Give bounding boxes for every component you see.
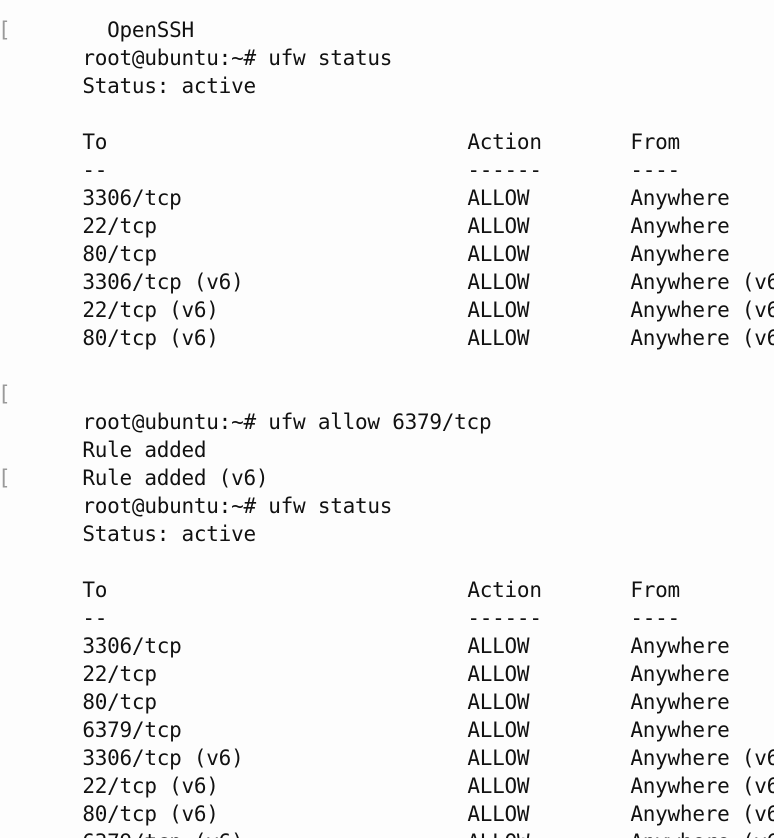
table-row: 22/tcp (v6)ALLOWAnywhere (v6) (0, 744, 774, 798)
table-row: 3306/tcp ALLOW Anywhere (0, 604, 774, 658)
table-header-1: To Action From (0, 100, 774, 154)
table-row: 22/tcp ALLOW Anywhere (0, 632, 774, 686)
status-line-1: Status: active (0, 44, 774, 98)
table-header-rule-2: -- ------ ---- (0, 576, 774, 630)
table-row: 80/tcp (v6)ALLOWAnywhere (v6) (0, 296, 774, 350)
table-row: 80/tcp ALLOW Anywhere (0, 660, 774, 714)
table-row: 80/tcp (v6)ALLOWAnywhere (v6) (0, 772, 774, 826)
terminal-screen: OpenSSH root@ubuntu:~# ufw status Status… (0, 0, 774, 838)
table-row: 6379/tcp (v6)ALLOWAnywhere (v6) (0, 800, 774, 838)
table-row: 22/tcp ALLOW Anywhere (0, 184, 774, 238)
table-header-2: To Action From (0, 548, 774, 602)
output-line-rule-added: Rule added (0, 408, 774, 462)
table-row: 3306/tcp ALLOW Anywhere (0, 156, 774, 210)
table-row: 80/tcp ALLOW Anywhere (0, 212, 774, 266)
table-row: 6379/tcp ALLOW Anywhere (0, 688, 774, 742)
table-row: 22/tcp (v6)ALLOWAnywhere (v6) (0, 268, 774, 322)
table-row: 3306/tcp (v6)ALLOWAnywhere (v6) (0, 716, 774, 770)
output-line-rule-added-v6: Rule added (v6) (0, 436, 774, 490)
terminal-window[interactable]: OpenSSH root@ubuntu:~# ufw status Status… (0, 0, 774, 838)
table-header-rule-1: -- ------ ---- (0, 128, 774, 182)
command-line-ufw-status-1[interactable]: root@ubuntu:~# ufw status (0, 16, 774, 70)
command-line-ufw-status-2[interactable]: root@ubuntu:~# ufw status (0, 464, 774, 518)
table-row: 3306/tcp (v6)ALLOWAnywhere (v6) (0, 240, 774, 294)
status-line-2: Status: active (0, 492, 774, 546)
scrollback-partial-line: OpenSSH (0, 0, 774, 42)
command-line-ufw-allow[interactable]: root@ubuntu:~# ufw allow 6379/tcp (0, 380, 774, 434)
